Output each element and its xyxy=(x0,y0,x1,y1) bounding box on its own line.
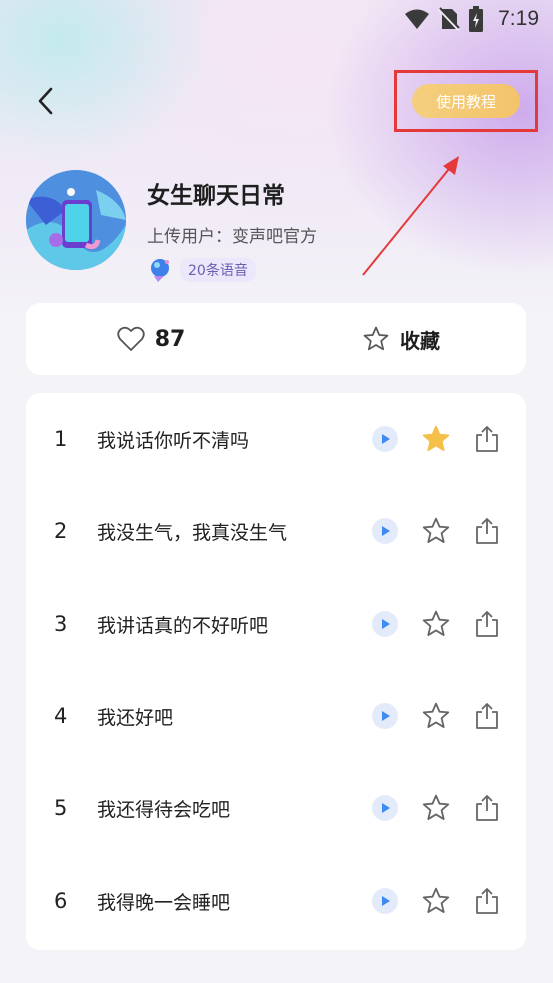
list-item[interactable]: 6 我得晚一会睡吧 xyxy=(26,855,526,947)
back-icon xyxy=(38,87,53,115)
annotation-arrow xyxy=(362,156,459,276)
list-item[interactable]: 4 我还好吧 xyxy=(26,670,526,762)
favorite-button[interactable]: 收藏 xyxy=(276,303,526,375)
voice-count-text: 20条语音 xyxy=(180,258,256,282)
play-icon xyxy=(382,619,390,629)
list-item-title: 我讲话真的不好听吧 xyxy=(97,614,269,637)
share-button[interactable] xyxy=(472,516,502,546)
share-button[interactable] xyxy=(472,609,502,639)
star-icon xyxy=(422,702,450,728)
star-icon xyxy=(422,517,450,543)
share-button[interactable] xyxy=(472,424,502,454)
list-item-number: 2 xyxy=(54,519,68,543)
list-item-number: 5 xyxy=(54,796,68,820)
play-button[interactable] xyxy=(372,518,398,544)
list-item[interactable]: 5 我还得待会吃吧 xyxy=(26,762,526,854)
heart-icon xyxy=(117,326,145,351)
like-button[interactable]: 87 xyxy=(26,303,276,375)
list-item-number: 6 xyxy=(54,889,68,913)
wifi-icon xyxy=(404,8,430,30)
list-item[interactable]: 2 我没生气，我真没生气 xyxy=(26,485,526,577)
list-item[interactable]: 1 我说话你听不清吗 xyxy=(26,393,526,485)
list-item-title: 我没生气，我真没生气 xyxy=(97,521,288,544)
star-icon xyxy=(422,794,450,820)
album-title: 女生聊天日常 xyxy=(147,183,285,209)
share-icon xyxy=(476,795,498,821)
list-item-title: 我还得待会吃吧 xyxy=(97,798,231,821)
list-item-number: 3 xyxy=(54,612,68,636)
stats-card: 87 收藏 xyxy=(26,303,526,375)
list-item-number: 4 xyxy=(54,704,68,728)
share-icon xyxy=(476,888,498,914)
star-icon xyxy=(422,610,450,636)
favorite-star-button[interactable] xyxy=(421,793,451,823)
play-icon xyxy=(382,896,390,906)
favorite-star-button[interactable] xyxy=(421,516,451,546)
play-button[interactable] xyxy=(372,703,398,729)
share-button[interactable] xyxy=(472,886,502,916)
tutorial-button[interactable]: 使用教程 xyxy=(412,84,520,118)
favorite-star-button[interactable] xyxy=(421,609,451,639)
star-icon xyxy=(422,887,450,913)
play-icon xyxy=(382,434,390,444)
mascot-icon xyxy=(151,259,169,282)
list-item-title: 我说话你听不清吗 xyxy=(97,429,250,452)
battery-icon xyxy=(468,6,484,32)
play-button[interactable] xyxy=(372,611,398,637)
uploader-label: 上传用户：变声吧官方 xyxy=(147,227,317,247)
favorite-star-button[interactable] xyxy=(421,701,451,731)
status-time: 7:19 xyxy=(498,7,539,30)
list-item[interactable]: 3 我讲话真的不好听吧 xyxy=(26,578,526,670)
share-button[interactable] xyxy=(472,793,502,823)
favorite-star-button[interactable] xyxy=(421,424,451,454)
list-item-number: 1 xyxy=(54,427,68,451)
share-button[interactable] xyxy=(472,701,502,731)
album-avatar xyxy=(26,170,126,270)
share-icon xyxy=(476,703,498,729)
star-icon xyxy=(422,425,450,451)
tutorial-highlight-box: 使用教程 xyxy=(394,70,538,132)
voice-list: 1 我说话你听不清吗 2 我没生气，我真没生气 3 我讲话真的不好听吧 4 我还好吧 5 我还得待… xyxy=(26,393,526,950)
list-item-title: 我得晚一会睡吧 xyxy=(97,891,231,914)
back-button[interactable] xyxy=(28,84,62,118)
share-icon xyxy=(476,518,498,544)
play-icon xyxy=(382,711,390,721)
favorite-label: 收藏 xyxy=(400,328,440,353)
play-button[interactable] xyxy=(372,426,398,452)
play-button[interactable] xyxy=(372,888,398,914)
status-bar: 7:19 xyxy=(0,0,553,38)
play-button[interactable] xyxy=(372,795,398,821)
list-item-title: 我还好吧 xyxy=(97,706,174,729)
play-icon xyxy=(382,526,390,536)
star-icon xyxy=(363,326,389,351)
share-icon xyxy=(476,426,498,452)
like-count: 87 xyxy=(154,326,186,352)
favorite-star-button[interactable] xyxy=(421,886,451,916)
play-icon xyxy=(382,803,390,813)
no-sim-icon xyxy=(438,7,461,31)
share-icon xyxy=(476,611,498,637)
voice-count-badge: 20条语音 xyxy=(146,256,256,284)
